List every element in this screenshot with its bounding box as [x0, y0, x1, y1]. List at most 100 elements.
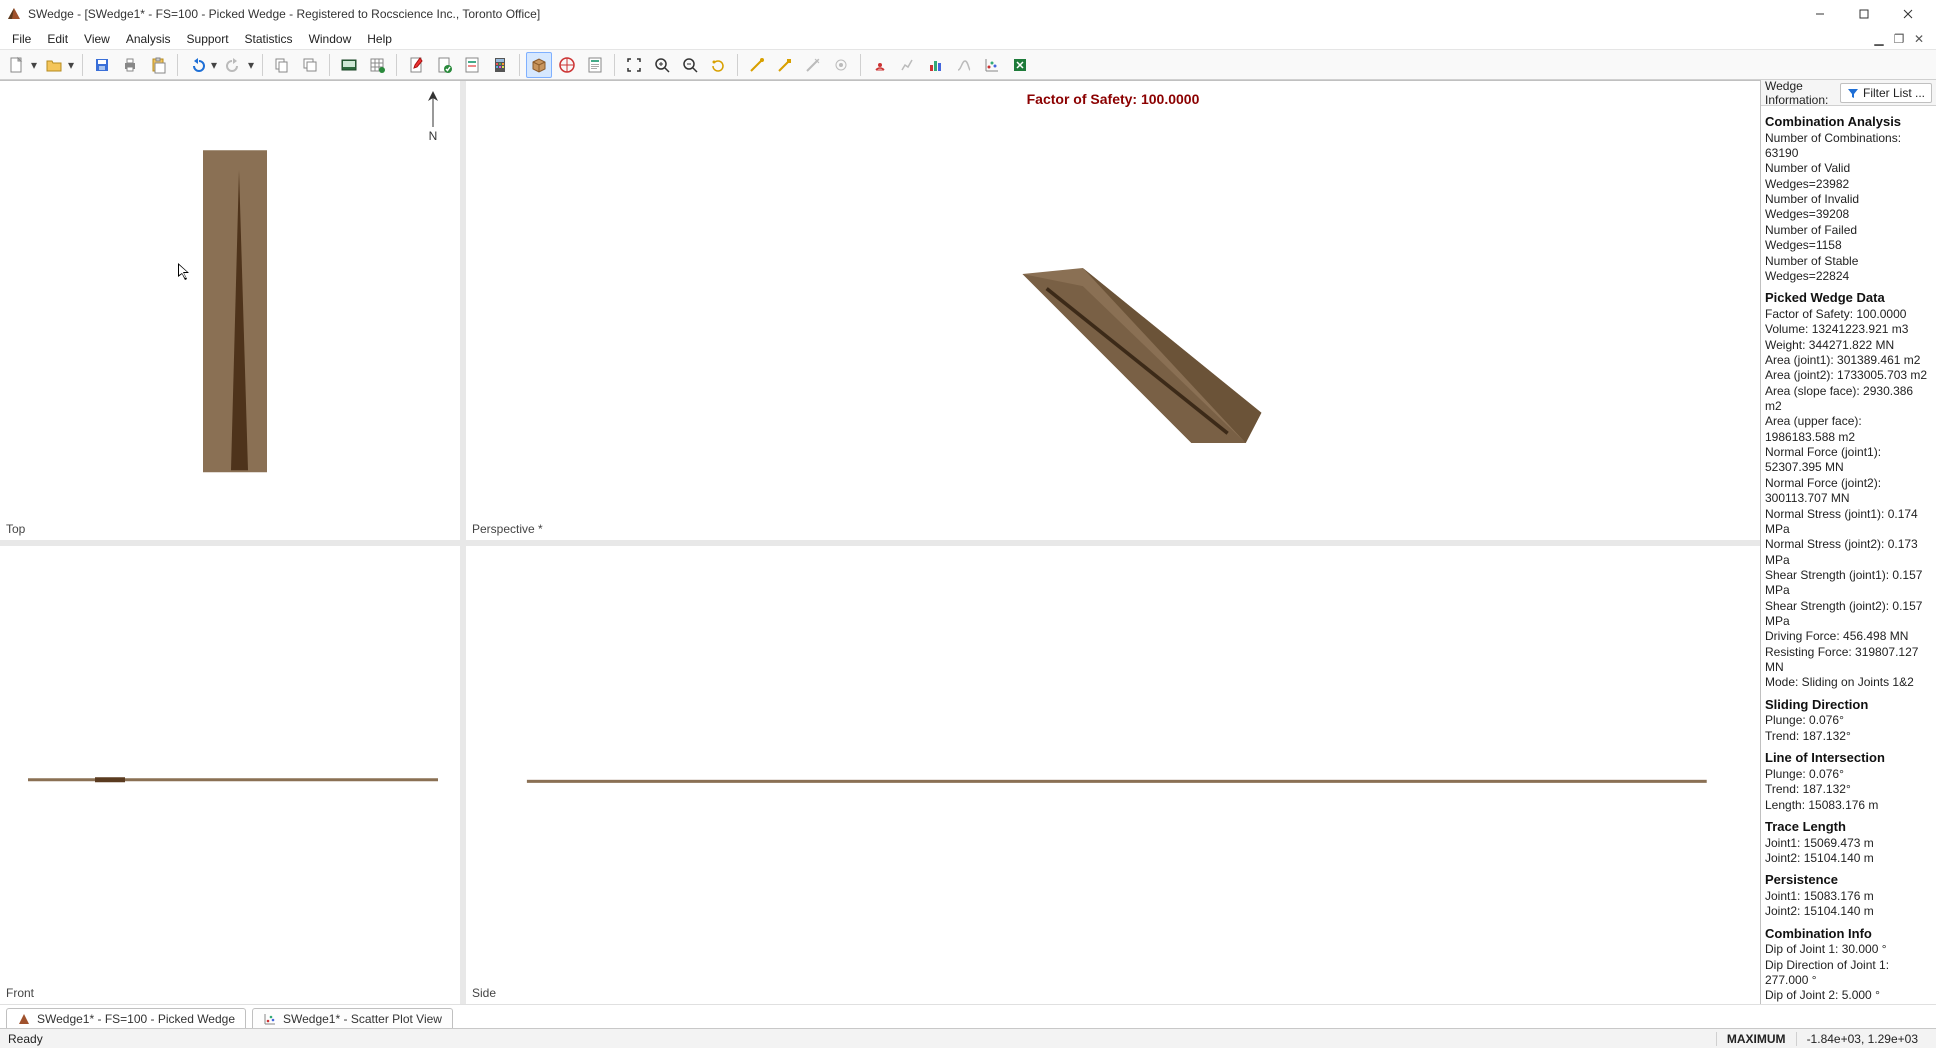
undo-button[interactable] — [184, 52, 210, 78]
tab-scatter-plot[interactable]: SWedge1* - Scatter Plot View — [252, 1008, 453, 1028]
new-file-button[interactable] — [4, 52, 30, 78]
clipboard-button[interactable] — [145, 52, 171, 78]
bolt-settings-button[interactable] — [828, 52, 854, 78]
info-line: Number of Stable Wedges=22824 — [1765, 254, 1932, 285]
info-line: Shear Strength (joint1): 0.157 MPa — [1765, 568, 1932, 599]
info-line: Number of Invalid Wedges=39208 — [1765, 192, 1932, 223]
menu-help[interactable]: Help — [359, 30, 400, 48]
window-title: SWedge - [SWedge1* - FS=100 - Picked Wed… — [28, 7, 540, 21]
sliding-direction-heading: Sliding Direction — [1765, 697, 1932, 714]
app-icon — [6, 6, 22, 22]
info-line: Dip of Joint 2: 5.000 ° — [1765, 988, 1932, 1003]
menu-edit[interactable]: Edit — [39, 30, 76, 48]
zoom-out-button[interactable] — [677, 52, 703, 78]
filter-list-button[interactable]: Filter List ... — [1840, 83, 1932, 103]
workspace: N Top Factor of Safety: 100.0000 Perspec… — [0, 80, 1936, 1004]
menu-statistics[interactable]: Statistics — [237, 30, 301, 48]
edit-bolt-button[interactable] — [772, 52, 798, 78]
pick-wedge-button[interactable] — [867, 52, 893, 78]
filter-icon — [1847, 87, 1859, 99]
info-line: Trend: 187.132° — [1765, 729, 1932, 744]
wedge-info-body[interactable]: Combination Analysis Number of Combinati… — [1761, 106, 1936, 1004]
open-file-button[interactable] — [41, 52, 67, 78]
cumulative-button[interactable] — [951, 52, 977, 78]
info-line: Joint1: 15069.473 m — [1765, 836, 1932, 851]
wedge-info-title: Wedge Information: — [1765, 80, 1836, 107]
menu-support[interactable]: Support — [179, 30, 237, 48]
save-button[interactable] — [89, 52, 115, 78]
calculator-button[interactable] — [487, 52, 513, 78]
menu-view[interactable]: View — [76, 30, 118, 48]
trace-length-heading: Trace Length — [1765, 819, 1932, 836]
wedge-front-render — [0, 546, 460, 1005]
info-line: Area (joint1): 301389.461 m2 — [1765, 353, 1932, 368]
mdi-minimize-icon[interactable]: ▁ — [1870, 31, 1888, 47]
new-file-dropdown[interactable]: ▾ — [29, 58, 39, 72]
undo-dropdown[interactable]: ▾ — [209, 58, 219, 72]
info-line: Resisting Force: 319807.127 MN — [1765, 645, 1932, 676]
info-line: Number of Failed Wedges=1158 — [1765, 223, 1932, 254]
display-options-button[interactable] — [336, 52, 362, 78]
info-line: Normal Stress (joint1): 0.174 MPa — [1765, 507, 1932, 538]
print-button[interactable] — [117, 52, 143, 78]
excel-export-button[interactable] — [364, 52, 390, 78]
tab-label: SWedge1* - FS=100 - Picked Wedge — [37, 1012, 235, 1026]
info-line: Normal Force (joint2): 300113.707 MN — [1765, 476, 1932, 507]
scatter-tab-icon — [263, 1012, 277, 1026]
combination-info-heading: Combination Info — [1765, 926, 1932, 943]
open-file-dropdown[interactable]: ▾ — [66, 58, 76, 72]
copy-data-button[interactable] — [269, 52, 295, 78]
menu-file[interactable]: File — [4, 30, 39, 48]
stereonet-button[interactable] — [554, 52, 580, 78]
export-excel-button[interactable] — [1007, 52, 1033, 78]
redo-dropdown[interactable]: ▾ — [246, 58, 256, 72]
input-data-button[interactable] — [403, 52, 429, 78]
status-bar: Ready MAXIMUM -1.84e+03, 1.29e+03 — [0, 1028, 1936, 1048]
view-3d-button[interactable] — [526, 52, 552, 78]
view-side[interactable]: Side — [466, 546, 1760, 1005]
info-line: Plunge: 0.076° — [1765, 713, 1932, 728]
info-line: Dip Direction of Joint 1: 277.000 ° — [1765, 958, 1932, 989]
mdi-restore-icon[interactable]: ❐ — [1890, 31, 1908, 47]
tab-picked-wedge[interactable]: SWedge1* - FS=100 - Picked Wedge — [6, 1008, 246, 1028]
main-toolbar: ▾ ▾ ▾ ▾ — [0, 50, 1936, 80]
copy-window-button[interactable] — [297, 52, 323, 78]
info-line: Joint2: 15104.140 m — [1765, 904, 1932, 919]
info-viewer-button[interactable] — [582, 52, 608, 78]
histogram-button[interactable] — [923, 52, 949, 78]
tab-label: SWedge1* - Scatter Plot View — [283, 1012, 442, 1026]
info-line: Volume: 13241223.921 m3 — [1765, 322, 1932, 337]
info-line: Area (slope face): 2930.386 m2 — [1765, 384, 1932, 415]
compute-button[interactable] — [431, 52, 457, 78]
scatter-button[interactable] — [979, 52, 1005, 78]
minimize-button[interactable] — [1798, 0, 1842, 28]
mouse-cursor-icon — [178, 263, 190, 281]
rotate-tool-button[interactable] — [705, 52, 731, 78]
info-line: Joint2: 15104.140 m — [1765, 851, 1932, 866]
report-button[interactable] — [459, 52, 485, 78]
view-perspective-label: Perspective * — [472, 522, 543, 536]
bolt-tool-button[interactable] — [744, 52, 770, 78]
close-button[interactable] — [1886, 0, 1930, 28]
info-line: Normal Force (joint1): 52307.395 MN — [1765, 445, 1932, 476]
menu-analysis[interactable]: Analysis — [118, 30, 179, 48]
mdi-close-icon[interactable]: ✕ — [1910, 31, 1928, 47]
info-line: Length: 15083.176 m — [1765, 798, 1932, 813]
menu-window[interactable]: Window — [301, 30, 360, 48]
delete-bolt-button[interactable] — [800, 52, 826, 78]
zoom-in-button[interactable] — [649, 52, 675, 78]
chart-1-button[interactable] — [895, 52, 921, 78]
status-coordinates: -1.84e+03, 1.29e+03 — [1796, 1032, 1928, 1046]
status-mode: MAXIMUM — [1716, 1032, 1796, 1046]
wedge-information-panel: Wedge Information: Filter List ... Combi… — [1760, 80, 1936, 1004]
redo-button[interactable] — [221, 52, 247, 78]
compass-label: N — [429, 129, 438, 143]
info-line: Joint1: 15083.176 m — [1765, 889, 1932, 904]
info-line: Trend: 187.132° — [1765, 782, 1932, 797]
view-front[interactable]: Front — [0, 546, 460, 1005]
view-perspective[interactable]: Factor of Safety: 100.0000 Perspective * — [466, 81, 1760, 540]
zoom-extents-button[interactable] — [621, 52, 647, 78]
maximize-button[interactable] — [1842, 0, 1886, 28]
view-top[interactable]: N Top — [0, 81, 460, 540]
info-line: Dip of Joint 1: 30.000 ° — [1765, 942, 1932, 957]
